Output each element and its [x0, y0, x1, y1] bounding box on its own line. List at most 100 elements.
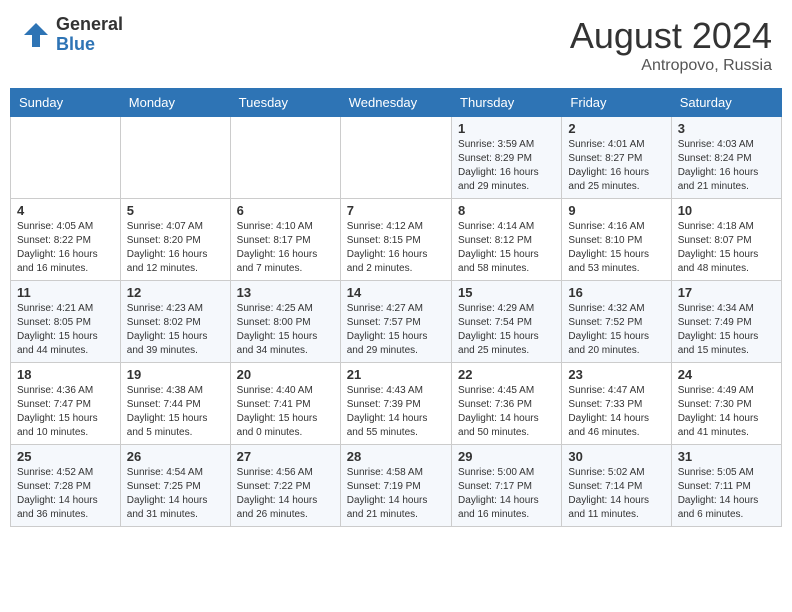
calendar-cell: 1Sunrise: 3:59 AM Sunset: 8:29 PM Daylig…: [452, 117, 562, 199]
calendar-cell: 3Sunrise: 4:03 AM Sunset: 8:24 PM Daylig…: [671, 117, 781, 199]
calendar-week-row: 1Sunrise: 3:59 AM Sunset: 8:29 PM Daylig…: [11, 117, 782, 199]
calendar-cell: 24 Sunrise: 4:49 AM Sunset: 7:30 PM Dayli…: [671, 363, 781, 445]
day-number: 30: [568, 449, 664, 464]
calendar-cell: 18Sunrise: 4:36 AM Sunset: 7:47 PM Dayli…: [11, 363, 121, 445]
day-number: 17: [678, 285, 775, 300]
day-number: 15: [458, 285, 555, 300]
calendar-cell: 4 Sunrise: 4:05 AM Sunset: 8:22 PM Daylig…: [11, 199, 121, 281]
day-number: 24: [678, 367, 775, 382]
calendar-cell: 6 Sunrise: 4:10 AM Sunset: 8:17 PM Daylig…: [230, 199, 340, 281]
day-number: 22: [458, 367, 555, 382]
day-number: 6: [237, 203, 334, 218]
day-number: 13: [237, 285, 334, 300]
day-info: Sunrise: 4:01 AM Sunset: 8:27 PM Dayligh…: [568, 138, 664, 194]
weekday-header: Friday: [562, 89, 671, 117]
day-info: Sunrise: 4:38 AM Sunset: 7:44 PM Dayligh…: [127, 384, 224, 440]
day-number: 31: [678, 449, 775, 464]
logo-blue: Blue: [56, 35, 123, 55]
day-info: Sunrise: 4:29 AM Sunset: 7:54 PM Dayligh…: [458, 302, 555, 358]
calendar-cell: 2 Sunrise: 4:01 AM Sunset: 8:27 PM Daylig…: [562, 117, 671, 199]
day-info: Sunrise: 4:25 AM Sunset: 8:00 PM Dayligh…: [237, 302, 334, 358]
calendar-week-row: 18Sunrise: 4:36 AM Sunset: 7:47 PM Dayli…: [11, 363, 782, 445]
day-info: Sunrise: 4:05 AM Sunset: 8:22 PM Dayligh…: [17, 220, 114, 276]
calendar-cell: 15 Sunrise: 4:29 AM Sunset: 7:54 PM Dayli…: [452, 281, 562, 363]
calendar-cell: 29 Sunrise: 5:00 AM Sunset: 7:17 PM Dayli…: [452, 445, 562, 527]
logo-icon: [20, 19, 52, 51]
day-info: Sunrise: 4:10 AM Sunset: 8:17 PM Dayligh…: [237, 220, 334, 276]
weekday-header: Wednesday: [340, 89, 451, 117]
calendar-cell: [120, 117, 230, 199]
day-number: 8: [458, 203, 555, 218]
day-info: Sunrise: 4:14 AM Sunset: 8:12 PM Dayligh…: [458, 220, 555, 276]
day-info: Sunrise: 4:45 AM Sunset: 7:36 PM Dayligh…: [458, 384, 555, 440]
logo-text: General Blue: [56, 15, 123, 55]
calendar-cell: 7Sunrise: 4:12 AM Sunset: 8:15 PM Daylig…: [340, 199, 451, 281]
day-info: Sunrise: 4:40 AM Sunset: 7:41 PM Dayligh…: [237, 384, 334, 440]
month-year: August 2024: [570, 15, 772, 57]
weekday-header: Monday: [120, 89, 230, 117]
calendar-cell: [11, 117, 121, 199]
day-info: Sunrise: 5:02 AM Sunset: 7:14 PM Dayligh…: [568, 466, 664, 522]
day-info: Sunrise: 4:49 AM Sunset: 7:30 PM Dayligh…: [678, 384, 775, 440]
day-number: 9: [568, 203, 664, 218]
day-info: Sunrise: 4:07 AM Sunset: 8:20 PM Dayligh…: [127, 220, 224, 276]
calendar-cell: 13 Sunrise: 4:25 AM Sunset: 8:00 PM Dayli…: [230, 281, 340, 363]
day-number: 28: [347, 449, 445, 464]
day-number: 25: [17, 449, 114, 464]
day-info: Sunrise: 4:52 AM Sunset: 7:28 PM Dayligh…: [17, 466, 114, 522]
weekday-header: Saturday: [671, 89, 781, 117]
calendar-cell: 8 Sunrise: 4:14 AM Sunset: 8:12 PM Daylig…: [452, 199, 562, 281]
day-number: 29: [458, 449, 555, 464]
calendar-cell: [340, 117, 451, 199]
day-info: Sunrise: 4:56 AM Sunset: 7:22 PM Dayligh…: [237, 466, 334, 522]
day-number: 16: [568, 285, 664, 300]
calendar-cell: 28 Sunrise: 4:58 AM Sunset: 7:19 PM Dayli…: [340, 445, 451, 527]
day-number: 10: [678, 203, 775, 218]
logo-general: General: [56, 15, 123, 35]
day-number: 12: [127, 285, 224, 300]
calendar-cell: [230, 117, 340, 199]
calendar-cell: 20Sunrise: 4:40 AM Sunset: 7:41 PM Dayli…: [230, 363, 340, 445]
day-number: 14: [347, 285, 445, 300]
calendar-cell: 17Sunrise: 4:34 AM Sunset: 7:49 PM Dayli…: [671, 281, 781, 363]
calendar-header-row: SundayMondayTuesdayWednesdayThursdayFrid…: [11, 89, 782, 117]
location: Antropovo, Russia: [570, 57, 772, 75]
calendar-cell: 16 Sunrise: 4:32 AM Sunset: 7:52 PM Dayli…: [562, 281, 671, 363]
day-info: Sunrise: 5:00 AM Sunset: 7:17 PM Dayligh…: [458, 466, 555, 522]
calendar-table: SundayMondayTuesdayWednesdayThursdayFrid…: [10, 88, 782, 527]
page-header: General Blue August 2024 Antropovo, Russ…: [10, 10, 782, 80]
title-area: August 2024 Antropovo, Russia: [570, 15, 772, 75]
calendar-cell: 9 Sunrise: 4:16 AM Sunset: 8:10 PM Daylig…: [562, 199, 671, 281]
day-info: Sunrise: 4:16 AM Sunset: 8:10 PM Dayligh…: [568, 220, 664, 276]
calendar-cell: 23 Sunrise: 4:47 AM Sunset: 7:33 PM Dayli…: [562, 363, 671, 445]
calendar-cell: 19Sunrise: 4:38 AM Sunset: 7:44 PM Dayli…: [120, 363, 230, 445]
day-info: Sunrise: 4:36 AM Sunset: 7:47 PM Dayligh…: [17, 384, 114, 440]
calendar-cell: 31Sunrise: 5:05 AM Sunset: 7:11 PM Dayli…: [671, 445, 781, 527]
day-number: 3: [678, 121, 775, 136]
day-info: Sunrise: 4:12 AM Sunset: 8:15 PM Dayligh…: [347, 220, 445, 276]
day-number: 2: [568, 121, 664, 136]
day-number: 27: [237, 449, 334, 464]
weekday-header: Tuesday: [230, 89, 340, 117]
weekday-header: Thursday: [452, 89, 562, 117]
calendar-cell: 12 Sunrise: 4:23 AM Sunset: 8:02 PM Dayli…: [120, 281, 230, 363]
day-info: Sunrise: 4:21 AM Sunset: 8:05 PM Dayligh…: [17, 302, 114, 358]
day-info: Sunrise: 4:27 AM Sunset: 7:57 PM Dayligh…: [347, 302, 445, 358]
calendar-week-row: 4 Sunrise: 4:05 AM Sunset: 8:22 PM Daylig…: [11, 199, 782, 281]
day-number: 4: [17, 203, 114, 218]
day-number: 23: [568, 367, 664, 382]
day-info: Sunrise: 3:59 AM Sunset: 8:29 PM Dayligh…: [458, 138, 555, 194]
calendar-cell: 27 Sunrise: 4:56 AM Sunset: 7:22 PM Dayli…: [230, 445, 340, 527]
day-number: 21: [347, 367, 445, 382]
day-info: Sunrise: 4:23 AM Sunset: 8:02 PM Dayligh…: [127, 302, 224, 358]
day-info: Sunrise: 4:58 AM Sunset: 7:19 PM Dayligh…: [347, 466, 445, 522]
calendar-cell: 5Sunrise: 4:07 AM Sunset: 8:20 PM Daylig…: [120, 199, 230, 281]
day-info: Sunrise: 4:43 AM Sunset: 7:39 PM Dayligh…: [347, 384, 445, 440]
calendar-cell: 11 Sunrise: 4:21 AM Sunset: 8:05 PM Dayli…: [11, 281, 121, 363]
day-info: Sunrise: 4:32 AM Sunset: 7:52 PM Dayligh…: [568, 302, 664, 358]
day-number: 11: [17, 285, 114, 300]
weekday-header: Sunday: [11, 89, 121, 117]
calendar-cell: 22 Sunrise: 4:45 AM Sunset: 7:36 PM Dayli…: [452, 363, 562, 445]
day-info: Sunrise: 4:47 AM Sunset: 7:33 PM Dayligh…: [568, 384, 664, 440]
logo: General Blue: [20, 15, 123, 55]
